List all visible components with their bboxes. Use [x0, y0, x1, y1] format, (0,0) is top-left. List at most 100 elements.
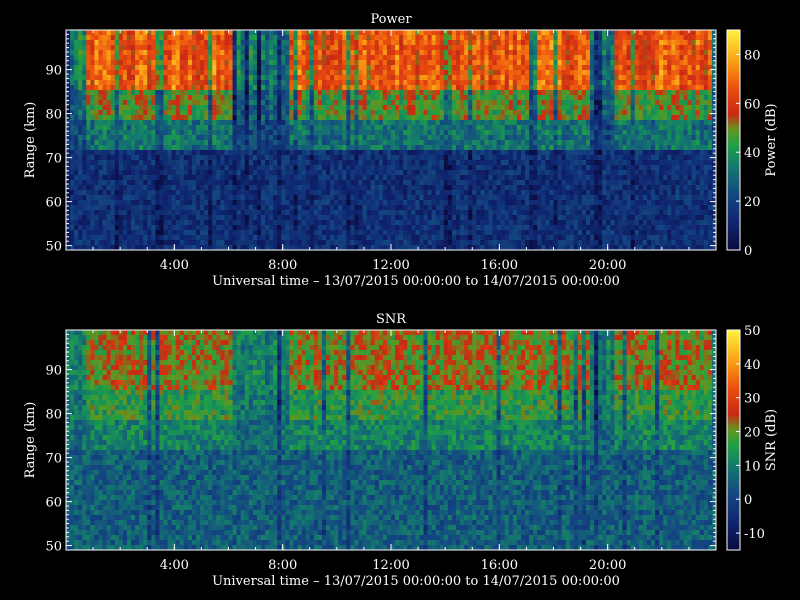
heatmap-cell: [269, 40, 274, 46]
heatmap-cell: [512, 165, 518, 171]
heatmap-cell: [334, 140, 339, 146]
heatmap-cell: [346, 60, 351, 66]
heatmap-cell: [480, 100, 485, 106]
heatmap-cell: [301, 200, 307, 206]
heatmap-cell: [451, 130, 457, 136]
heatmap-cell: [326, 220, 331, 226]
heatmap-cell: [159, 155, 164, 161]
heatmap-cell: [155, 40, 160, 46]
heatmap-cell: [512, 160, 518, 166]
heatmap-cell: [456, 120, 461, 126]
heatmap-cell: [366, 70, 372, 76]
heatmap-cell: [460, 145, 465, 151]
heatmap-cell: [488, 225, 493, 231]
heatmap-cell: [464, 120, 469, 126]
heatmap-cell: [240, 175, 246, 181]
heatmap-cell: [252, 110, 258, 116]
heatmap-cell: [167, 170, 173, 176]
heatmap-cell: [338, 225, 343, 231]
heatmap-cell: [74, 125, 79, 131]
heatmap-cell: [236, 100, 242, 106]
heatmap-cell: [342, 165, 347, 171]
heatmap-cell: [305, 165, 311, 171]
heatmap-cell: [443, 30, 449, 36]
heatmap-cell: [488, 180, 493, 186]
heatmap-cell: [244, 45, 250, 51]
heatmap-cell: [277, 90, 282, 96]
heatmap-cell: [208, 65, 213, 71]
heatmap-cell: [228, 80, 233, 86]
heatmap-cell: [374, 235, 380, 241]
heatmap-cell: [484, 70, 489, 76]
heatmap-cell: [273, 220, 278, 226]
heatmap-cell: [350, 220, 355, 226]
heatmap-cell: [354, 65, 359, 71]
heatmap-cell: [118, 160, 124, 166]
heatmap-cell: [175, 115, 181, 121]
heatmap-cell: [492, 115, 498, 121]
heatmap-cell: [102, 205, 108, 211]
heatmap-cell: [98, 200, 103, 206]
heatmap-cell: [118, 40, 124, 46]
heatmap-cell: [135, 45, 140, 51]
heatmap-cell: [435, 135, 441, 141]
heatmap-cell: [277, 130, 282, 136]
heatmap-cell: [110, 220, 116, 226]
heatmap-cell: [407, 115, 412, 121]
heatmap-cell: [196, 145, 201, 151]
heatmap-cell: [216, 210, 221, 216]
heatmap-cell: [464, 65, 469, 71]
heatmap-cell: [334, 190, 339, 196]
heatmap-cell: [342, 175, 347, 181]
heatmap-cell: [362, 70, 368, 76]
heatmap-cell: [407, 210, 412, 216]
heatmap-cell: [419, 145, 424, 151]
heatmap-cell: [411, 190, 416, 196]
heatmap-cell: [423, 235, 428, 241]
heatmap-cell: [179, 70, 185, 76]
heatmap-cell: [350, 225, 355, 231]
heatmap-cell: [342, 190, 347, 196]
heatmap-cell: [321, 45, 327, 51]
heatmap-cell: [338, 160, 343, 166]
heatmap-cell: [281, 170, 286, 176]
heatmap-cell: [354, 105, 359, 111]
heatmap-cell: [248, 85, 254, 91]
heatmap-cell: [212, 140, 217, 146]
heatmap-cell: [183, 95, 189, 101]
heatmap-cell: [216, 45, 221, 51]
heatmap-cell: [256, 85, 262, 91]
heatmap-cell: [143, 90, 148, 96]
heatmap-cell: [289, 230, 294, 236]
heatmap-cell: [334, 195, 339, 201]
heatmap-cell: [354, 205, 359, 211]
heatmap-cell: [313, 170, 319, 176]
heatmap-cell: [200, 235, 205, 241]
heatmap-cell: [342, 75, 347, 81]
heatmap-cell: [378, 170, 384, 176]
heatmap-cell: [293, 170, 298, 176]
heatmap-cell: [163, 195, 168, 201]
heatmap-cell: [403, 110, 408, 116]
heatmap-cell: [126, 125, 132, 131]
heatmap-cell: [321, 235, 327, 241]
heatmap-cell: [261, 160, 266, 166]
heatmap-cell: [484, 55, 489, 61]
heatmap-cell: [252, 115, 258, 121]
heatmap-cell: [350, 50, 355, 56]
heatmap-cell: [451, 75, 457, 81]
heatmap-cell: [342, 60, 347, 66]
heatmap-cell: [273, 75, 278, 81]
heatmap-cell: [431, 115, 437, 121]
heatmap-cell: [293, 185, 298, 191]
heatmap-cell: [456, 70, 461, 76]
heatmap-cell: [74, 90, 79, 96]
heatmap-cell: [126, 80, 132, 86]
heatmap-cell: [143, 150, 148, 156]
heatmap-cell: [131, 215, 136, 221]
heatmap-cell: [289, 105, 294, 111]
heatmap-cell: [147, 220, 152, 226]
heatmap-cell: [431, 110, 437, 116]
heatmap-cell: [179, 40, 185, 46]
heatmap-cell: [395, 195, 400, 201]
